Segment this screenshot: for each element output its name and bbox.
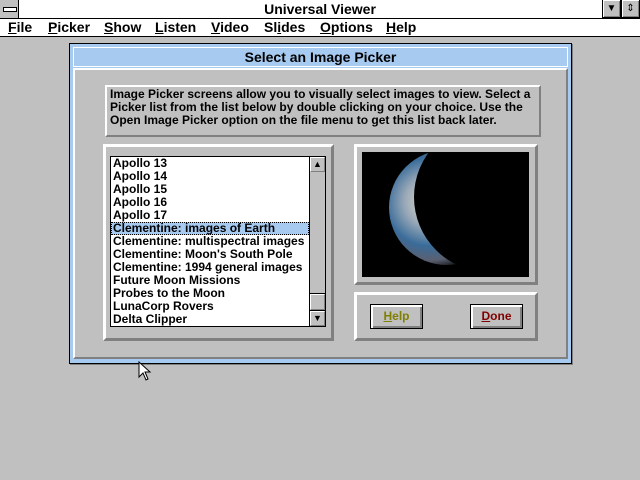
menu-file[interactable]: File xyxy=(8,19,32,35)
menu-options[interactable]: Options xyxy=(320,19,373,35)
list-item[interactable]: Delta Clipper xyxy=(111,313,309,326)
buttons-panel: Help Done xyxy=(354,292,538,341)
menu-help[interactable]: Help xyxy=(386,19,416,35)
restore-button[interactable]: ⇕ xyxy=(621,0,640,18)
dialog-title: Select an Image Picker xyxy=(73,47,568,67)
mouse-cursor-icon xyxy=(138,361,152,381)
scroll-down-arrow-icon[interactable]: ▼ xyxy=(310,311,325,326)
menu-picker[interactable]: Picker xyxy=(48,19,90,35)
picker-list-panel: Apollo 13 Apollo 14 Apollo 15 Apollo 16 Apol… xyxy=(103,144,334,341)
dialog-body: Image Picker screens allow you to visual… xyxy=(73,68,568,359)
list-scrollbar[interactable]: ▲ ▼ xyxy=(309,157,325,326)
menu-bar: File Picker Show Listen Video Slides Opt… xyxy=(0,19,640,37)
picker-listbox[interactable]: Apollo 13 Apollo 14 Apollo 15 Apollo 16 Apol… xyxy=(110,156,326,327)
window-title: Universal Viewer xyxy=(264,1,376,17)
menu-slides[interactable]: Slides xyxy=(264,19,305,35)
menu-show[interactable]: Show xyxy=(104,19,141,35)
scroll-thumb[interactable] xyxy=(310,294,325,310)
menu-listen[interactable]: Listen xyxy=(155,19,196,35)
help-button[interactable]: Help xyxy=(370,304,423,329)
menu-video[interactable]: Video xyxy=(211,19,249,35)
minimize-button[interactable]: ▼ xyxy=(602,0,621,18)
image-picker-dialog: Select an Image Picker Image Picker scre… xyxy=(69,43,572,364)
title-bar: Universal Viewer ▼ ⇕ xyxy=(0,0,640,19)
earth-preview-image xyxy=(362,152,529,277)
done-button[interactable]: Done xyxy=(470,304,523,329)
scroll-up-arrow-icon[interactable]: ▲ xyxy=(310,157,325,172)
preview-panel xyxy=(354,144,538,285)
instructions-text: Image Picker screens allow you to visual… xyxy=(105,85,541,137)
